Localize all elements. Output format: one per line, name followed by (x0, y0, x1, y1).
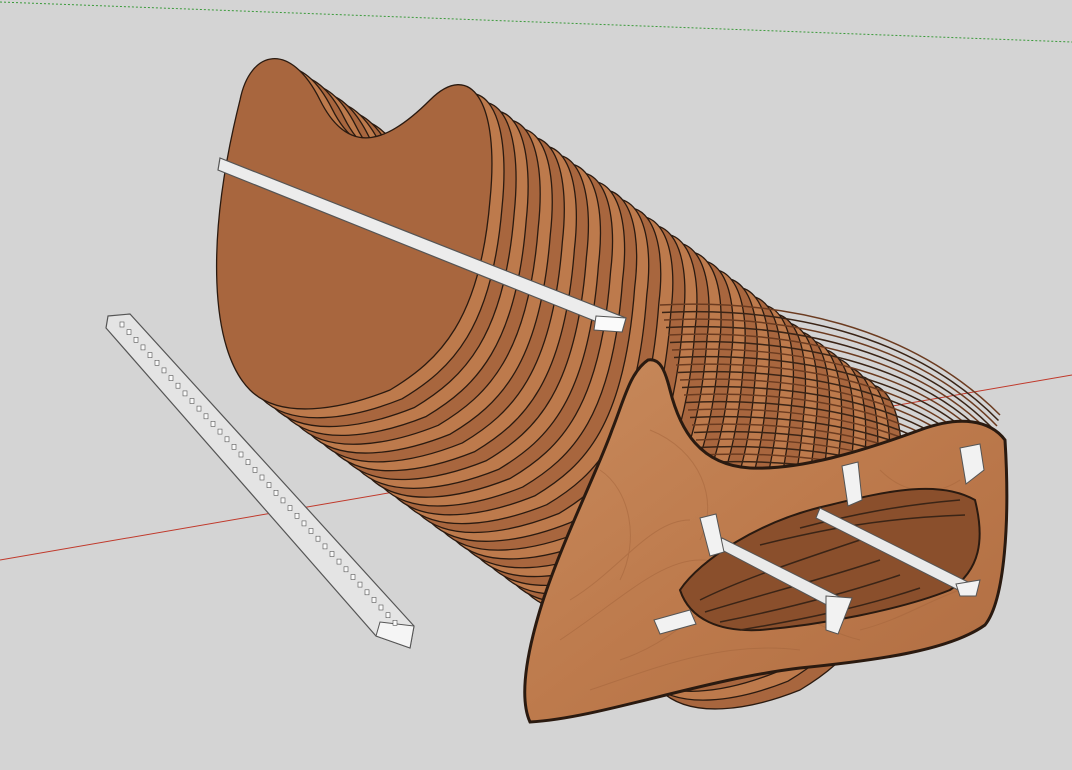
stringer-notch (308, 528, 314, 534)
stringer-notch (245, 459, 251, 466)
stringer-notch (133, 336, 139, 343)
stringer-notch (140, 344, 146, 351)
stringer-notch (322, 543, 328, 550)
stringer-notch (364, 589, 370, 596)
stringer-notch (392, 619, 398, 626)
back-stringer-end (593, 315, 627, 333)
stringer-notch (217, 428, 223, 435)
viewport-canvas[interactable] (0, 0, 1072, 770)
stringer-notch (175, 382, 181, 389)
stringer-notch (385, 612, 391, 619)
stringer-notch (287, 505, 293, 511)
stringer-notch (189, 398, 195, 404)
stringer-notch (147, 352, 153, 358)
stringer-notch (280, 497, 286, 504)
stringer-notch (294, 512, 300, 519)
stringer-notch (350, 574, 356, 580)
stringer-notch (266, 482, 272, 488)
stringer-notch (301, 520, 307, 527)
stringer-notch (329, 551, 335, 557)
stringer-notch (161, 367, 167, 374)
stringer-notch (357, 581, 363, 588)
stringer-notch (182, 390, 188, 397)
stringer-notch (168, 375, 174, 381)
modeling-viewport[interactable] (0, 0, 1072, 770)
stringer-notch (238, 451, 244, 458)
stringer-notch (224, 436, 230, 443)
stringer-notch (154, 359, 160, 366)
stringer-notch (119, 321, 125, 328)
green-axis-line (0, 1, 1072, 43)
stringer-notch (126, 329, 132, 335)
stringer-notch (378, 604, 384, 611)
stringer-notch (203, 413, 209, 420)
stringer-notch (273, 489, 279, 496)
stringer-notch (336, 558, 342, 565)
stringer-notch (252, 467, 258, 473)
stringer-notch (371, 597, 377, 603)
stringer-notch (259, 474, 265, 481)
stringer-notch (231, 444, 237, 450)
stringer-notch (196, 405, 202, 412)
stringer-notch (315, 535, 321, 542)
stringer-notch (343, 566, 349, 573)
stringer-notch (210, 421, 216, 427)
